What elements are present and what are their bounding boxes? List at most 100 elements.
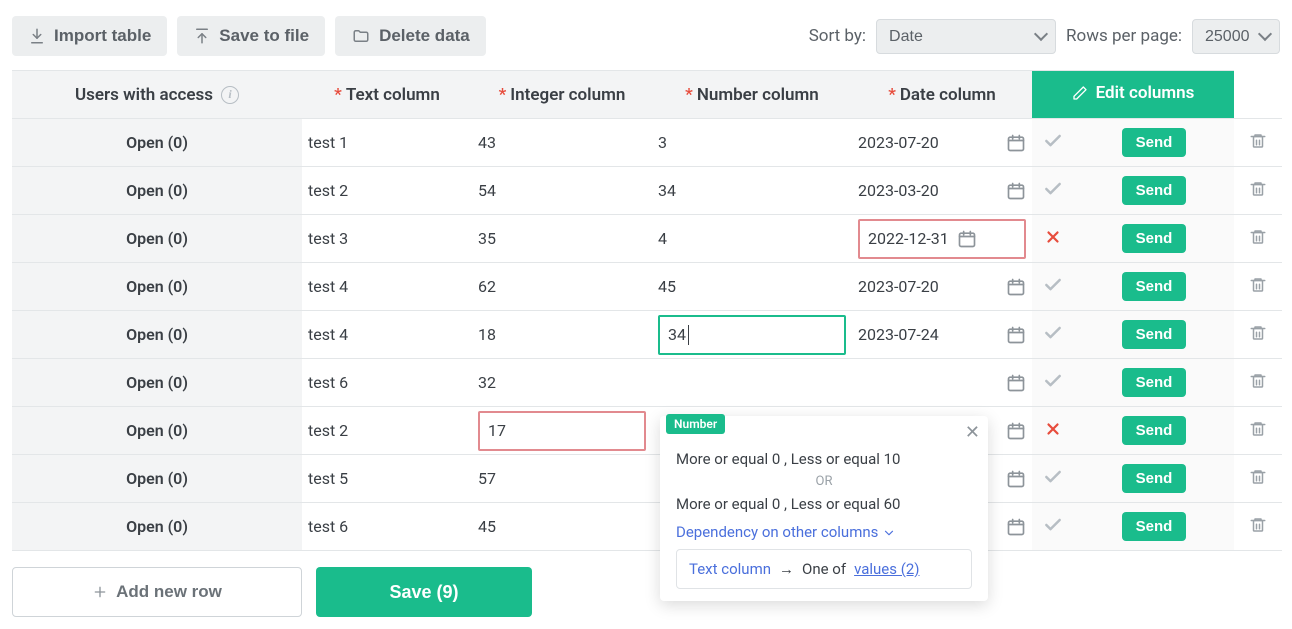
- send-button[interactable]: Send: [1122, 224, 1187, 253]
- users-cell[interactable]: Open (0): [12, 503, 302, 551]
- button-label: Delete data: [379, 26, 470, 46]
- integer-cell[interactable]: 54: [472, 167, 652, 215]
- or-label: OR: [676, 474, 972, 489]
- trash-icon[interactable]: [1249, 228, 1267, 246]
- text-cell[interactable]: test 1: [302, 119, 472, 167]
- users-cell[interactable]: Open (0): [12, 407, 302, 455]
- cell-value: 2023-07-20: [858, 277, 998, 296]
- info-icon[interactable]: i: [221, 86, 239, 104]
- send-button[interactable]: Send: [1122, 464, 1187, 493]
- date-cell[interactable]: 2023-07-20: [852, 263, 1032, 311]
- calendar-icon[interactable]: [1006, 373, 1026, 393]
- users-cell[interactable]: Open (0): [12, 359, 302, 407]
- date-cell[interactable]: 2022-12-31: [852, 215, 1032, 263]
- pencil-icon: [1072, 85, 1088, 101]
- add-new-row-button[interactable]: Add new row: [12, 567, 302, 617]
- date-cell[interactable]: 2023-03-20: [852, 167, 1032, 215]
- number-cell[interactable]: 45: [652, 263, 852, 311]
- dependency-toggle[interactable]: Dependency on other columns: [676, 523, 896, 541]
- send-button[interactable]: Send: [1122, 128, 1187, 157]
- text-cell[interactable]: test 3: [302, 215, 472, 263]
- import-table-button[interactable]: Import table: [12, 16, 167, 56]
- calendar-icon[interactable]: [1006, 517, 1026, 537]
- users-cell[interactable]: Open (0): [12, 119, 302, 167]
- calendar-icon[interactable]: [1006, 325, 1026, 345]
- cell-value: 2022-12-31: [868, 229, 949, 248]
- users-cell[interactable]: Open (0): [12, 263, 302, 311]
- edit-columns-button[interactable]: Edit columns: [1032, 71, 1234, 119]
- integer-cell[interactable]: 17: [472, 407, 652, 455]
- send-button[interactable]: Send: [1122, 512, 1187, 541]
- dependency-values-link[interactable]: values (2): [854, 560, 919, 578]
- text-cell[interactable]: test 5: [302, 455, 472, 503]
- popover-tag: Number: [666, 414, 725, 434]
- date-cell[interactable]: 2023-07-24: [852, 311, 1032, 359]
- actions-cell: Send: [1074, 263, 1234, 311]
- send-button[interactable]: Send: [1122, 368, 1187, 397]
- status-cell: [1032, 167, 1074, 215]
- button-label: Send: [1136, 374, 1173, 391]
- integer-cell[interactable]: 57: [472, 455, 652, 503]
- calendar-icon[interactable]: [1006, 421, 1026, 441]
- integer-cell[interactable]: 18: [472, 311, 652, 359]
- close-icon[interactable]: ✕: [965, 422, 980, 443]
- status-cell: [1032, 311, 1074, 359]
- number-cell[interactable]: 3: [652, 119, 852, 167]
- actions-cell: Send: [1074, 407, 1234, 455]
- trash-icon[interactable]: [1249, 420, 1267, 438]
- send-button[interactable]: Send: [1122, 416, 1187, 445]
- calendar-icon[interactable]: [1006, 469, 1026, 489]
- text-cell[interactable]: test 4: [302, 263, 472, 311]
- number-cell[interactable]: 4: [652, 215, 852, 263]
- download-icon: [28, 27, 46, 45]
- col-header-text: *Text column: [302, 71, 472, 119]
- col-header-integer: *Integer column: [472, 71, 652, 119]
- users-cell[interactable]: Open (0): [12, 455, 302, 503]
- users-cell[interactable]: Open (0): [12, 215, 302, 263]
- calendar-icon[interactable]: [957, 229, 977, 249]
- trash-icon[interactable]: [1249, 516, 1267, 534]
- plus-icon: [92, 584, 108, 600]
- integer-cell[interactable]: 35: [472, 215, 652, 263]
- delete-cell: [1234, 167, 1282, 215]
- calendar-icon[interactable]: [1006, 133, 1026, 153]
- text-cell[interactable]: test 6: [302, 503, 472, 551]
- trash-icon[interactable]: [1249, 468, 1267, 486]
- dependency-column-link[interactable]: Text column: [689, 560, 771, 578]
- calendar-icon[interactable]: [1006, 277, 1026, 297]
- integer-cell[interactable]: 32: [472, 359, 652, 407]
- integer-cell[interactable]: 45: [472, 503, 652, 551]
- text-cell[interactable]: test 2: [302, 167, 472, 215]
- delete-data-button[interactable]: Delete data: [335, 16, 486, 56]
- rule-text: More or equal 0 , Less or equal 10: [676, 450, 972, 468]
- check-icon: [1043, 184, 1063, 203]
- users-cell[interactable]: Open (0): [12, 311, 302, 359]
- trash-icon[interactable]: [1249, 132, 1267, 150]
- send-button[interactable]: Send: [1122, 320, 1187, 349]
- date-cell[interactable]: 2023-07-20: [852, 119, 1032, 167]
- trash-icon[interactable]: [1249, 276, 1267, 294]
- save-to-file-button[interactable]: Save to file: [177, 16, 325, 56]
- send-button[interactable]: Send: [1122, 176, 1187, 205]
- users-cell[interactable]: Open (0): [12, 167, 302, 215]
- integer-cell[interactable]: 62: [472, 263, 652, 311]
- save-button[interactable]: Save (9): [316, 567, 532, 617]
- send-button[interactable]: Send: [1122, 272, 1187, 301]
- trash-icon[interactable]: [1249, 324, 1267, 342]
- trash-icon[interactable]: [1249, 372, 1267, 390]
- number-cell[interactable]: 34: [652, 167, 852, 215]
- trash-icon[interactable]: [1249, 180, 1267, 198]
- calendar-icon[interactable]: [1006, 181, 1026, 201]
- number-cell[interactable]: [652, 359, 852, 407]
- text-cell[interactable]: test 4: [302, 311, 472, 359]
- col-header-number: *Number column: [652, 71, 852, 119]
- date-cell[interactable]: [852, 359, 1032, 407]
- integer-cell[interactable]: 43: [472, 119, 652, 167]
- rows-per-page-select[interactable]: 25000: [1192, 19, 1280, 54]
- number-cell[interactable]: 34: [652, 311, 852, 359]
- text-cell[interactable]: test 2: [302, 407, 472, 455]
- cell-value: 34: [668, 325, 686, 344]
- sort-by-select[interactable]: Date: [876, 19, 1056, 54]
- text-cell[interactable]: test 6: [302, 359, 472, 407]
- cell-value: 2023-07-24: [858, 325, 998, 344]
